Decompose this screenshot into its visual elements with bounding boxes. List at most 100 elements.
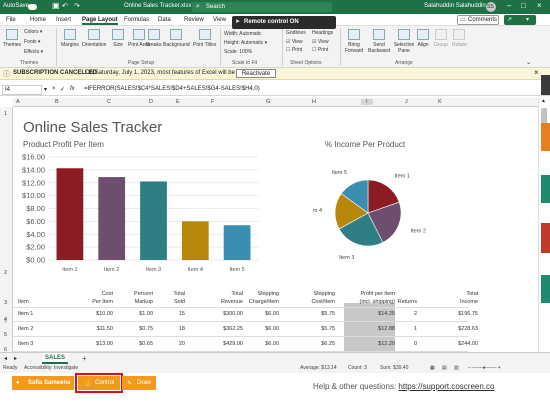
column-header[interactable]: D (149, 99, 153, 105)
share-button[interactable]: ↗ ▾ (504, 15, 536, 25)
page-break-view-icon[interactable]: ▥ (454, 365, 459, 371)
column-header[interactable]: F (211, 99, 214, 105)
remote-control-banner[interactable]: ➤ Remote control ON (232, 16, 336, 29)
column-header[interactable]: E (176, 99, 180, 105)
rotate-button[interactable]: Rotate (452, 29, 467, 48)
tab-review[interactable]: Review (184, 17, 204, 23)
breaks-button[interactable]: Breaks (146, 29, 162, 48)
minimize-icon[interactable]: – (507, 1, 511, 10)
column-header[interactable]: A (16, 99, 20, 105)
row-header[interactable]: 2 (4, 270, 7, 276)
next-sheet-icon[interactable]: ▸ (14, 355, 17, 362)
share-dropdown-icon: ▾ (526, 17, 530, 23)
side-app-block[interactable] (541, 75, 550, 95)
pie-chart[interactable]: Item 1 Item 2 Item 3 Item 4 Item 5 (313, 157, 433, 277)
column-header-selected[interactable]: I (361, 99, 373, 105)
tab-insert[interactable]: Insert (56, 17, 71, 23)
width-field[interactable]: Width: Automatic (224, 31, 262, 37)
status-average: Average: $13.14 (300, 365, 337, 371)
row-header[interactable]: 5 (4, 332, 7, 338)
accessibility-status[interactable]: Accessibility: Investigate (24, 365, 78, 371)
headings-view-checkbox[interactable]: ☑ View (312, 39, 329, 45)
side-app-block[interactable] (541, 275, 550, 303)
fonts-button[interactable]: Fonts ▾ (24, 39, 40, 45)
help-text: Help & other questions: https://support.… (313, 382, 494, 391)
sheet-tab-sales[interactable]: SALES (42, 353, 68, 364)
column-header[interactable]: C (107, 99, 111, 105)
height-label: Height: (224, 40, 240, 46)
redo-icon[interactable]: ↷ (74, 2, 80, 10)
page-layout-view-icon[interactable]: ▤ (442, 365, 447, 371)
align-button[interactable]: Align (417, 29, 429, 48)
column-header[interactable]: K (438, 99, 442, 105)
undo-icon[interactable]: ↶ (62, 2, 68, 10)
background-button[interactable]: Background (163, 29, 190, 48)
effects-button[interactable]: Effects ▾ (24, 49, 43, 55)
cancel-formula-icon[interactable]: × (52, 86, 56, 92)
side-app-block[interactable] (541, 223, 550, 253)
column-header[interactable]: H (312, 99, 316, 105)
tab-home[interactable]: Home (30, 17, 46, 23)
gridlines-view-checkbox[interactable]: ☑ View (286, 39, 303, 45)
tab-formulas[interactable]: Formulas (124, 17, 149, 23)
save-icon[interactable]: ▣ (52, 1, 60, 10)
support-link[interactable]: https://support.coscreen.co (398, 382, 494, 391)
bring-forward-label: Bring Forward (344, 42, 364, 54)
row-header[interactable]: 1 (4, 111, 7, 117)
x-tick-label: Item 1 (62, 267, 77, 273)
headings-print-checkbox[interactable]: ☐ Print (312, 47, 328, 53)
close-message-icon[interactable]: × (534, 68, 539, 77)
row-header-selected[interactable]: 4 (4, 317, 8, 323)
draw-button[interactable]: ✎ Draw (122, 376, 156, 390)
user-button[interactable]: ● Safia Sameena (12, 376, 74, 390)
tab-data[interactable]: Data (158, 17, 171, 23)
selection-pane-button[interactable]: Selection Pane (393, 29, 415, 54)
control-button[interactable]: ☝ Control (75, 373, 123, 393)
avatar[interactable]: SS (486, 2, 496, 12)
column-header[interactable]: J (405, 99, 408, 105)
search-input[interactable]: ⌕ Search (192, 2, 332, 12)
height-field[interactable]: Height: Automatic ▾ (224, 40, 267, 46)
size-button[interactable]: Size (112, 29, 124, 48)
zoom-slider[interactable]: – ───●─── + (468, 365, 501, 371)
scale-field[interactable]: Scale: 100% (224, 49, 252, 55)
prev-sheet-icon[interactable]: ◂ (4, 355, 7, 362)
column-header[interactable]: B (55, 99, 59, 105)
side-app-block[interactable] (541, 123, 550, 151)
bar-chart[interactable]: $0.00 $2.00 $4.00 $6.00 $8.00 $10.00 $12.00 $14… (13, 152, 278, 277)
tab-file[interactable]: File (6, 17, 16, 23)
colors-button[interactable]: Colors ▾ (24, 29, 42, 35)
sheet-options-group-label: Sheet Options (290, 60, 322, 66)
x-tick-label: Item 5 (229, 267, 244, 273)
name-box[interactable]: I4 (2, 85, 42, 95)
remote-control-label: Remote control ON (244, 19, 299, 25)
bring-forward-button[interactable]: Bring Forward (343, 29, 365, 54)
formula-input[interactable]: =IFERROR(SALES!$C4*SALES!$D4+SALES!$G4-S… (84, 86, 260, 92)
width-label: Width: (224, 31, 239, 37)
reactivate-button[interactable]: Reactivate (236, 69, 276, 78)
maximize-icon[interactable]: □ (521, 1, 526, 10)
side-app-block[interactable] (541, 175, 550, 203)
close-icon[interactable]: × (537, 1, 542, 10)
margins-button[interactable]: Margins (61, 29, 79, 48)
namebox-dropdown-icon[interactable]: ▾ (44, 86, 47, 93)
orientation-button[interactable]: Orientation (82, 29, 106, 48)
tab-view[interactable]: View (213, 17, 226, 23)
group-button[interactable]: Group (434, 29, 448, 48)
function-icon[interactable]: fx (70, 86, 75, 92)
tab-page-layout[interactable]: Page Layout (82, 17, 118, 25)
enter-formula-icon[interactable]: ✓ (60, 86, 65, 93)
pointer-icon: ☝ (84, 381, 92, 387)
themes-button[interactable]: Themes (3, 29, 21, 48)
table-header: Total (466, 291, 478, 297)
add-sheet-button[interactable]: + (82, 354, 87, 363)
column-header[interactable]: G (266, 99, 270, 105)
send-backward-button[interactable]: Send Backward (366, 29, 392, 54)
autosave-toggle[interactable] (28, 4, 37, 10)
normal-view-icon[interactable]: ▦ (430, 365, 435, 371)
comments-button[interactable]: ▭ Comments (457, 15, 499, 25)
row-header[interactable]: 3 (4, 300, 7, 306)
collapse-ribbon-icon[interactable]: ⌄ (526, 59, 531, 66)
print-titles-button[interactable]: Print Titles (193, 29, 216, 48)
gridlines-print-checkbox[interactable]: ☐ Print (286, 47, 302, 53)
